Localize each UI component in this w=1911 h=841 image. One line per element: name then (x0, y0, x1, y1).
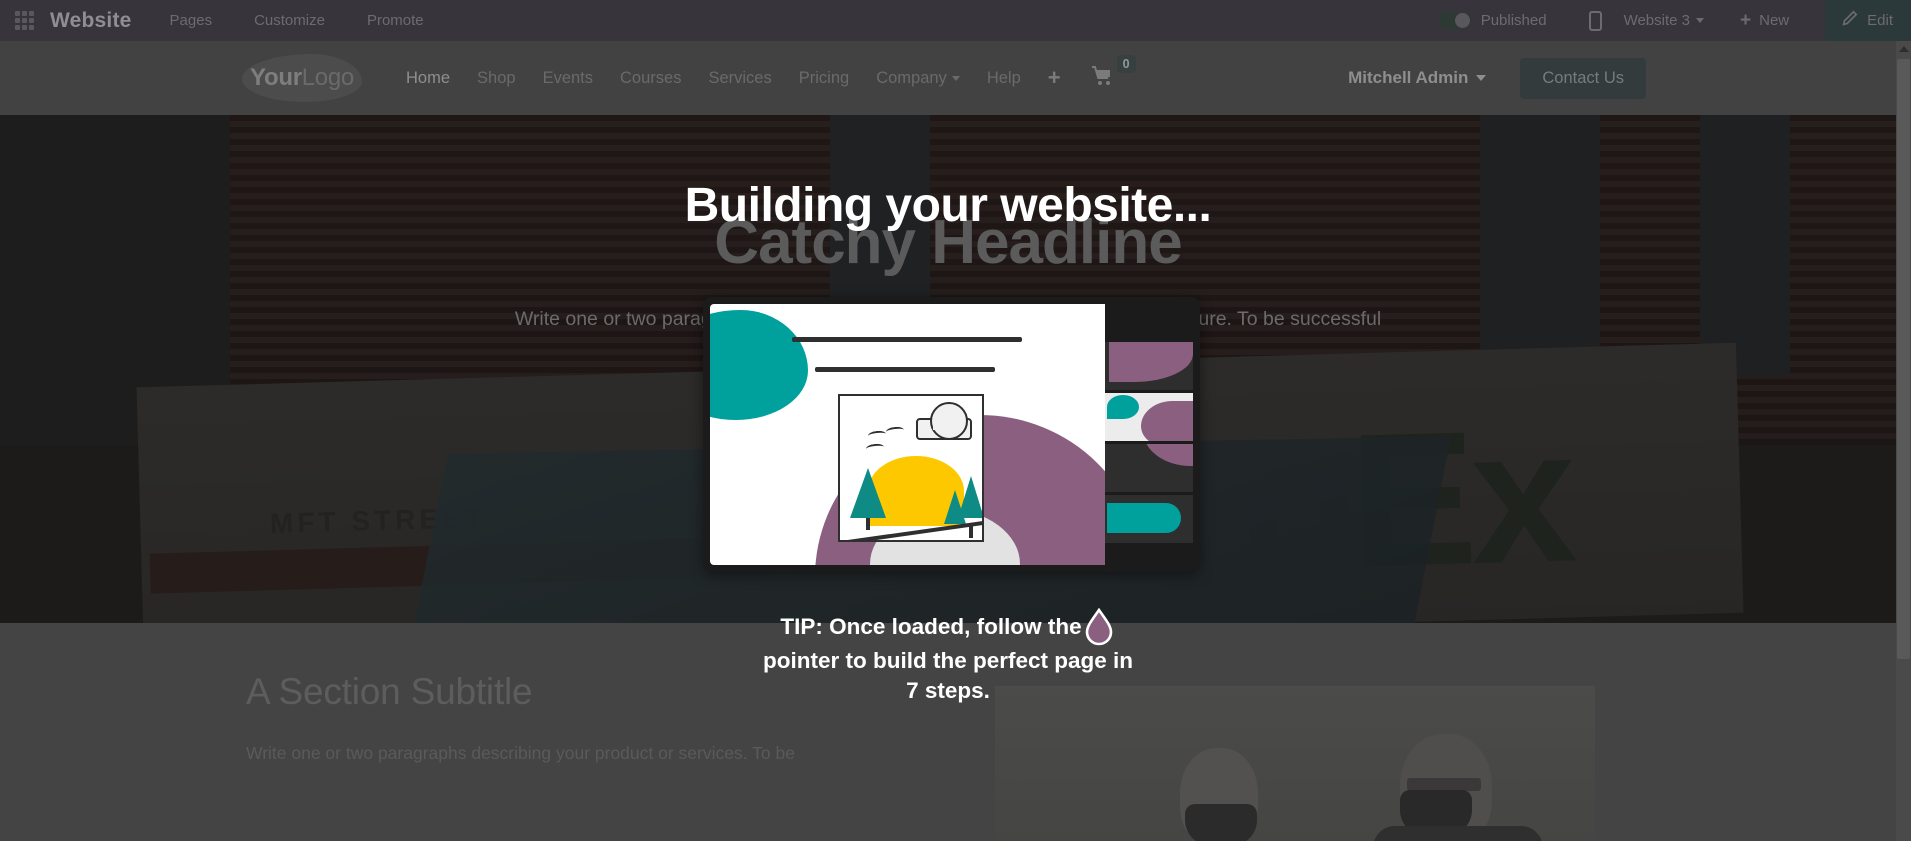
site-nav-links: Home Shop Events Courses Services Pricin… (406, 54, 1136, 92)
published-toggle-switch[interactable] (1438, 12, 1471, 29)
site-logo[interactable]: Your Logo (242, 54, 362, 102)
mobile-preview-icon[interactable] (1588, 10, 1602, 31)
user-menu[interactable]: Mitchell Admin (1348, 68, 1487, 88)
app-brand-title[interactable]: Website (50, 9, 132, 33)
website-selector[interactable]: Website 3 (1623, 12, 1705, 29)
plus-icon[interactable]: + (1048, 67, 1061, 89)
edit-button[interactable]: Edit (1825, 0, 1911, 41)
pencil-icon (1841, 10, 1858, 32)
nav-link-events[interactable]: Events (543, 69, 593, 88)
scroll-up-arrow-icon[interactable] (1896, 41, 1911, 56)
scrollbar-thumb[interactable] (1897, 59, 1910, 659)
nav-link-home[interactable]: Home (406, 69, 450, 88)
logo-text-bold: Your (250, 64, 302, 91)
face-mask (1185, 804, 1257, 841)
contact-us-button[interactable]: Contact Us (1520, 57, 1646, 99)
nav-link-company-label: Company (876, 68, 947, 87)
published-toggle[interactable]: Published (1438, 12, 1547, 29)
nav-link-company[interactable]: Company (876, 69, 960, 88)
website-selector-label: Website 3 (1623, 12, 1691, 29)
website-navbar: Your Logo Home Shop Events Courses Servic… (0, 41, 1896, 115)
new-button[interactable]: + New (1740, 11, 1789, 30)
chevron-down-icon (1696, 18, 1705, 23)
cart-link[interactable]: 0 (1091, 54, 1136, 92)
apps-grid-icon[interactable] (6, 0, 42, 41)
odoo-topbar: Website Pages Customize Promote Publishe… (0, 0, 1911, 41)
content-section: A Section Subtitle Write one or two para… (0, 623, 1896, 841)
nav-link-help[interactable]: Help (987, 69, 1021, 88)
new-button-label: New (1759, 12, 1790, 29)
plus-icon: + (1740, 10, 1752, 31)
page-scrollbar[interactable] (1896, 41, 1911, 841)
nav-link-services[interactable]: Services (708, 69, 771, 88)
logo-text: Your Logo (242, 54, 362, 102)
section-paragraph: Write one or two paragraphs describing y… (246, 743, 795, 763)
topbar-menu-pages[interactable]: Pages (170, 12, 213, 29)
hero-paragraph: Write one or two paragraphs describing y… (514, 308, 1382, 359)
cart-count-badge: 0 (1116, 54, 1136, 73)
nav-link-courses[interactable]: Courses (620, 69, 681, 88)
user-menu-label: Mitchell Admin (1348, 68, 1469, 87)
shopping-cart-icon (1091, 65, 1115, 92)
logo-text-light: Logo (301, 64, 355, 91)
published-label: Published (1480, 12, 1547, 29)
chevron-down-icon (951, 75, 960, 81)
section-photo (995, 686, 1595, 841)
edit-button-label: Edit (1867, 12, 1893, 29)
topbar-right-group: Published Website 3 + New Edit (1438, 0, 1911, 41)
person-torso (1373, 826, 1543, 841)
hero-content: Catchy Headline Write one or two paragra… (0, 115, 1896, 623)
chevron-down-icon (1476, 75, 1487, 81)
topbar-menu-customize[interactable]: Customize (254, 12, 325, 29)
hero-title: Catchy Headline (714, 208, 1182, 277)
content-section-inner: A Section Subtitle Write one or two para… (0, 623, 1896, 766)
topbar-menu-promote[interactable]: Promote (367, 12, 424, 29)
hero-section: MFT STREET oEx Catchy Headline Write one… (0, 115, 1896, 623)
nav-link-pricing[interactable]: Pricing (799, 69, 849, 88)
nav-link-shop[interactable]: Shop (477, 69, 516, 88)
